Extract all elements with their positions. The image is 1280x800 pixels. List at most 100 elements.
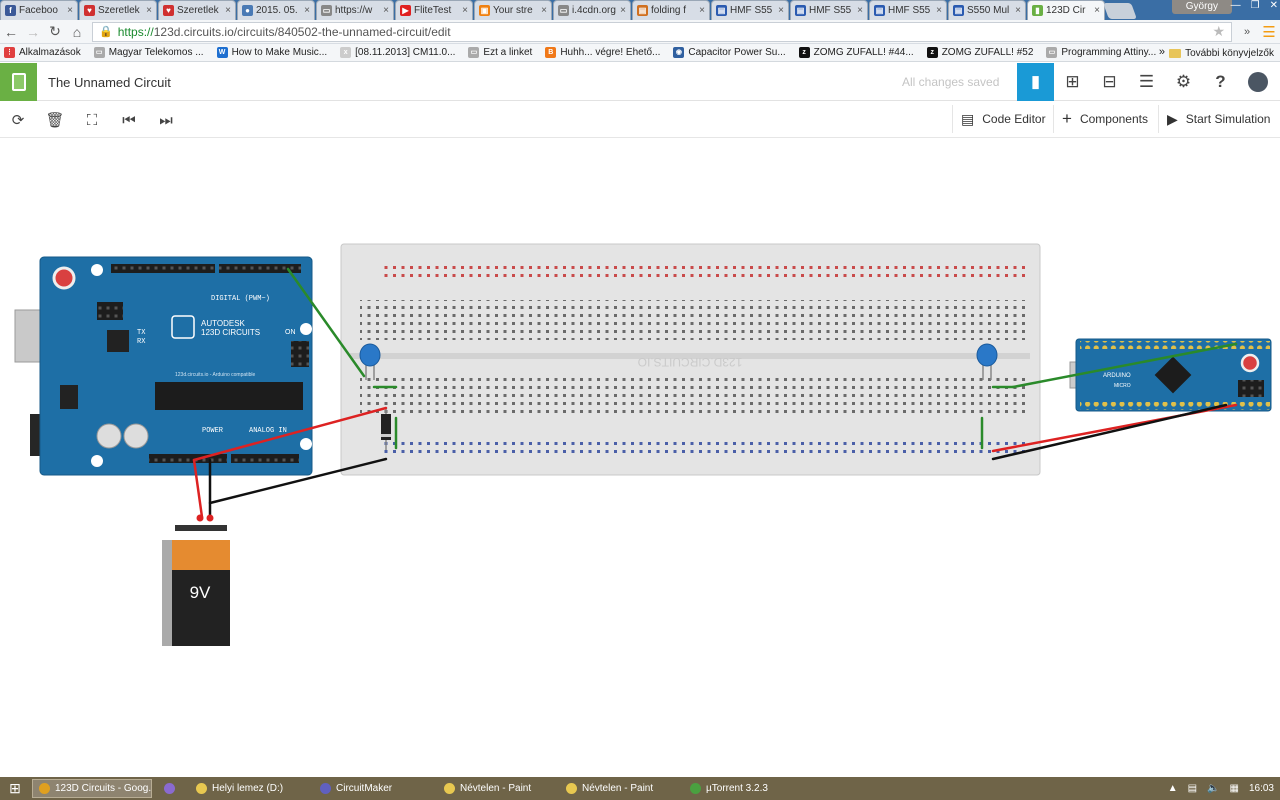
new-tab-button[interactable] [1103,3,1137,19]
language-icon[interactable]: ▦ [1230,783,1239,794]
tab-close-icon[interactable]: × [225,5,231,16]
components-list-icon[interactable]: ☰ [1128,63,1165,101]
browser-tab[interactable]: ▤ HMF S55 × [869,0,947,20]
taskbar-app[interactable]: Névtelen - Paint [438,779,556,798]
browser-tab[interactable]: ▤ S550 Mul × [948,0,1026,20]
home-icon[interactable]: ⌂ [66,24,88,40]
tab-close-icon[interactable]: × [541,5,547,16]
taskbar-app[interactable]: Helyi lemez (D:) [190,779,308,798]
bookmark-item[interactable]: W How to Make Music... [216,47,327,58]
code-editor-button[interactable]: ▤ Code Editor [952,105,1054,133]
browser-tab[interactable]: ♥ Szeretlek × [79,0,157,20]
tab-close-icon[interactable]: × [1015,5,1021,16]
pcb-view-icon[interactable]: ⊟ [1091,63,1128,101]
profile-chip[interactable]: György [1171,0,1232,14]
reload-icon[interactable]: ↻ [44,23,66,40]
bookmark-item[interactable]: ◉ Capacitor Power Su... [673,47,786,58]
tab-close-icon[interactable]: × [936,5,942,16]
browser-tab[interactable]: ▤ folding f × [632,0,710,20]
bookmark-favicon-icon: ◉ [673,47,685,58]
step-back-icon[interactable]: ⏮ [118,109,140,131]
browser-tab[interactable]: ▮ 123D Cir × [1027,0,1105,20]
bookmark-item[interactable]: z ZOMG ZUFALL! #52 [926,47,1033,58]
circuit-canvas[interactable]: AUTODESK 123D CIRCUITS ON DIGITAL (PWM~)… [0,138,1280,777]
breadboard[interactable]: 123D.CIRCUITS.IO [340,243,1041,476]
tab-title: HMF S55 [730,5,773,16]
avatar[interactable] [1239,63,1276,101]
arduino-micro-board[interactable]: ARDUINO MICRO [1069,338,1272,412]
circuit-title[interactable]: The Unnamed Circuit [48,75,171,90]
back-icon[interactable]: ← [0,24,22,40]
minimize-icon[interactable]: — [1231,0,1241,11]
bookmark-favicon-icon: ▭ [1046,47,1058,58]
tab-close-icon[interactable]: × [67,5,73,16]
volume-icon[interactable]: 🔈 [1207,783,1219,794]
tab-close-icon[interactable]: × [1094,5,1100,16]
tab-close-icon[interactable]: × [304,5,310,16]
close-window-icon[interactable]: ✕ [1270,0,1278,11]
tab-close-icon[interactable]: × [699,5,705,16]
bookmark-item[interactable]: ⋮ Alkalmazások [4,47,81,58]
browser-tab[interactable]: ▤ HMF S55 × [790,0,868,20]
arduino-uno-board[interactable]: AUTODESK 123D CIRCUITS ON DIGITAL (PWM~)… [14,256,313,476]
taskbar-app[interactable]: 123D Circuits - Goog... [32,779,152,798]
settings-gear-icon[interactable]: ⚙ [1165,63,1202,101]
bookmark-item[interactable]: ▭ Ezt a linket [468,47,532,58]
forward-icon[interactable]: → [22,24,44,40]
bookmark-item[interactable]: ▭ Magyar Telekomos ... [93,47,204,58]
menu-icon[interactable]: ☰ [1258,23,1280,41]
tab-close-icon[interactable]: × [146,5,152,16]
schematic-view-icon[interactable]: ⊞ [1054,63,1091,101]
tab-favicon-icon: ● [242,5,253,16]
browser-tab[interactable]: ♥ Szeretlek × [158,0,236,20]
battery-9v[interactable]: 9V [162,525,230,646]
clock[interactable]: 16:03 [1249,783,1274,794]
bookmark-favicon-icon: B [545,47,557,58]
address-bar[interactable]: 🔒 https:// 123d.circuits.io/circuits/840… [92,21,1232,42]
bookmark-label: Huhh... végre! Ehető... [560,47,661,58]
browser-tab[interactable]: ▤ HMF S55 × [711,0,789,20]
tray-up-arrow-icon[interactable]: ▲ [1168,783,1178,794]
browser-tab[interactable]: ▣ Your stre × [474,0,552,20]
fit-view-icon[interactable]: ⛶ [81,109,103,131]
rotate-icon[interactable]: ⟳ [7,109,29,131]
app-header: The Unnamed Circuit All changes saved ▮ … [0,63,1280,101]
taskbar-app[interactable]: Névtelen - Paint [560,779,678,798]
components-button[interactable]: + Components [1053,105,1156,133]
browser-tab[interactable]: f Faceboo × [0,0,78,20]
app-logo-icon[interactable] [0,63,37,101]
uno-analog-label: ANALOG IN [249,427,287,435]
tab-close-icon[interactable]: × [620,5,626,16]
help-icon[interactable]: ? [1202,63,1239,101]
tab-close-icon[interactable]: × [778,5,784,16]
browser-tab[interactable]: ● 2015. 05. × [237,0,315,20]
start-simulation-button[interactable]: ▶ Start Simulation [1158,105,1278,133]
tab-title: S550 Mul [967,5,1010,16]
bookmark-item[interactable]: z ZOMG ZUFALL! #44... [798,47,914,58]
bookmark-star-icon[interactable]: ★ [1212,23,1225,40]
maximize-icon[interactable]: ❐ [1251,0,1260,11]
taskbar-app[interactable]: µTorrent 3.2.3 [684,779,802,798]
bookmark-item[interactable]: ▭ Programming Attiny... [1046,47,1156,58]
taskbar-app[interactable]: CircuitMaker [314,779,432,798]
tab-favicon-icon: ▤ [716,5,727,16]
bookmarks-overflow-icon[interactable]: » [1159,46,1165,58]
start-button-icon[interactable]: ⊞ [0,777,30,800]
step-forward-icon[interactable]: ⏭ [155,109,177,131]
browser-tab[interactable]: ▭ https://w × [316,0,394,20]
network-icon[interactable]: ▤ [1188,783,1197,794]
extension-icon[interactable]: » [1236,26,1258,38]
tab-close-icon[interactable]: × [383,5,389,16]
browser-tab[interactable]: ▭ i.4cdn.org × [553,0,631,20]
taskbar-app-label: Névtelen - Paint [582,783,654,794]
taskbar-app[interactable] [158,779,186,798]
delete-icon[interactable]: 🗑 [44,109,66,131]
bookmark-item[interactable]: x [08.11.2013] CM11.0... [340,47,455,58]
tab-close-icon[interactable]: × [462,5,468,16]
tab-close-icon[interactable]: × [857,5,863,16]
breadboard-view-icon[interactable]: ▮ [1017,63,1054,101]
bookmark-item[interactable]: B Huhh... végre! Ehető... [545,47,660,58]
other-bookmarks-folder[interactable]: További könyvjelzők [1169,44,1274,62]
app-icon [164,783,175,794]
browser-tab[interactable]: ▶ FliteTest × [395,0,473,20]
